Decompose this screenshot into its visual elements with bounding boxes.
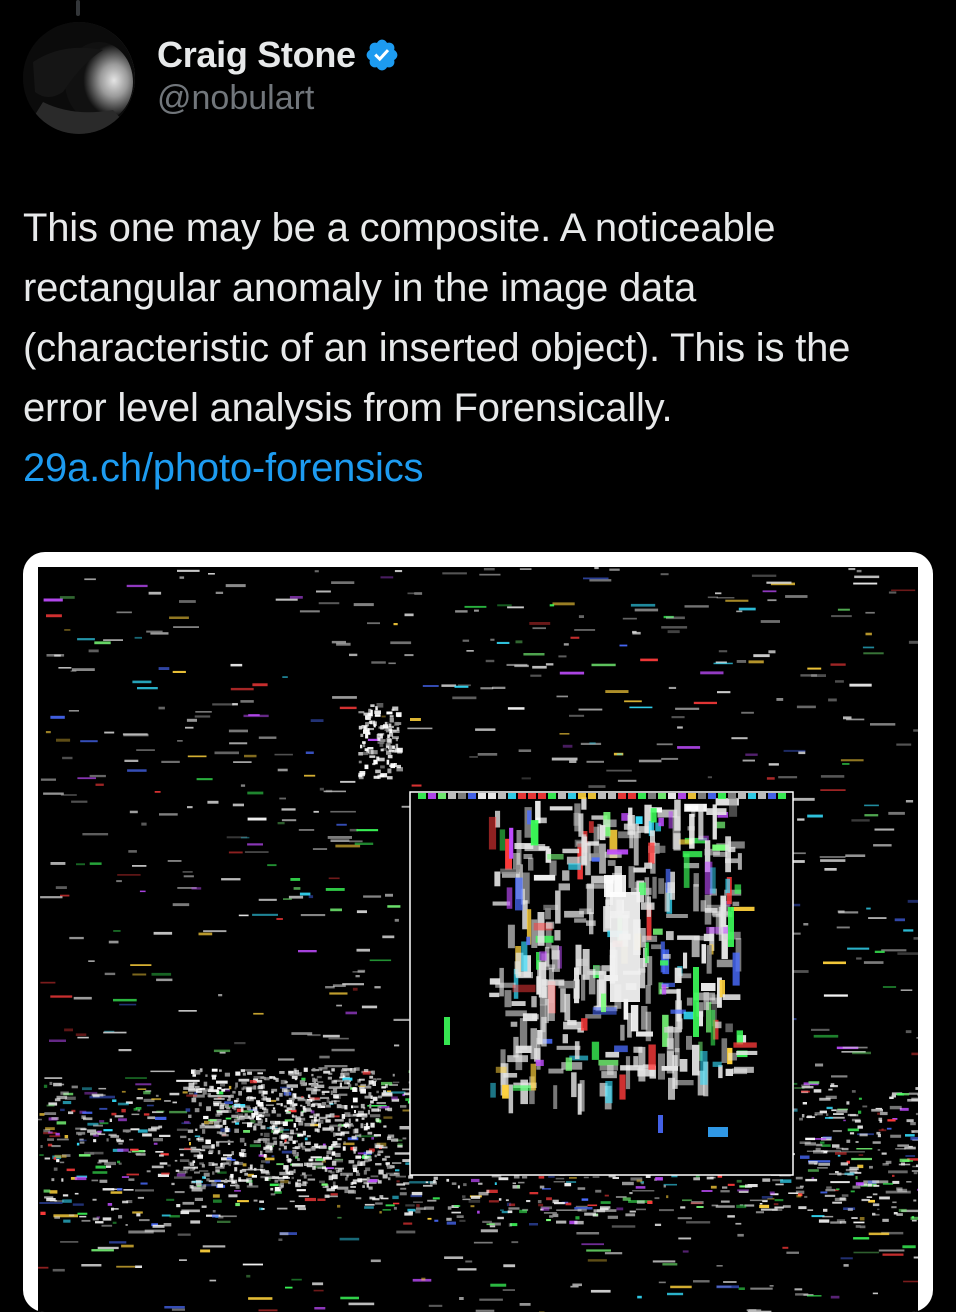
tweet-media-card[interactable] (23, 552, 933, 1312)
author-name-row: Craig Stone (157, 33, 400, 77)
tweet-link[interactable]: 29a.ch/photo-forensics (23, 438, 423, 498)
author-display-name[interactable]: Craig Stone (157, 33, 356, 77)
author-handle[interactable]: @nobulart (157, 77, 400, 119)
thread-connector-line (76, 0, 80, 16)
tweet-author-block: Craig Stone @nobulart (157, 33, 400, 119)
ela-noise-image (38, 567, 918, 1312)
avatar-photo-icon (23, 22, 135, 134)
author-avatar[interactable] (23, 22, 135, 134)
verified-badge-icon (364, 37, 400, 73)
ela-image (38, 567, 918, 1312)
tweet-text-paragraph: This one may be a composite. A noticeabl… (23, 198, 933, 438)
tweet-body: This one may be a composite. A noticeabl… (23, 198, 933, 498)
